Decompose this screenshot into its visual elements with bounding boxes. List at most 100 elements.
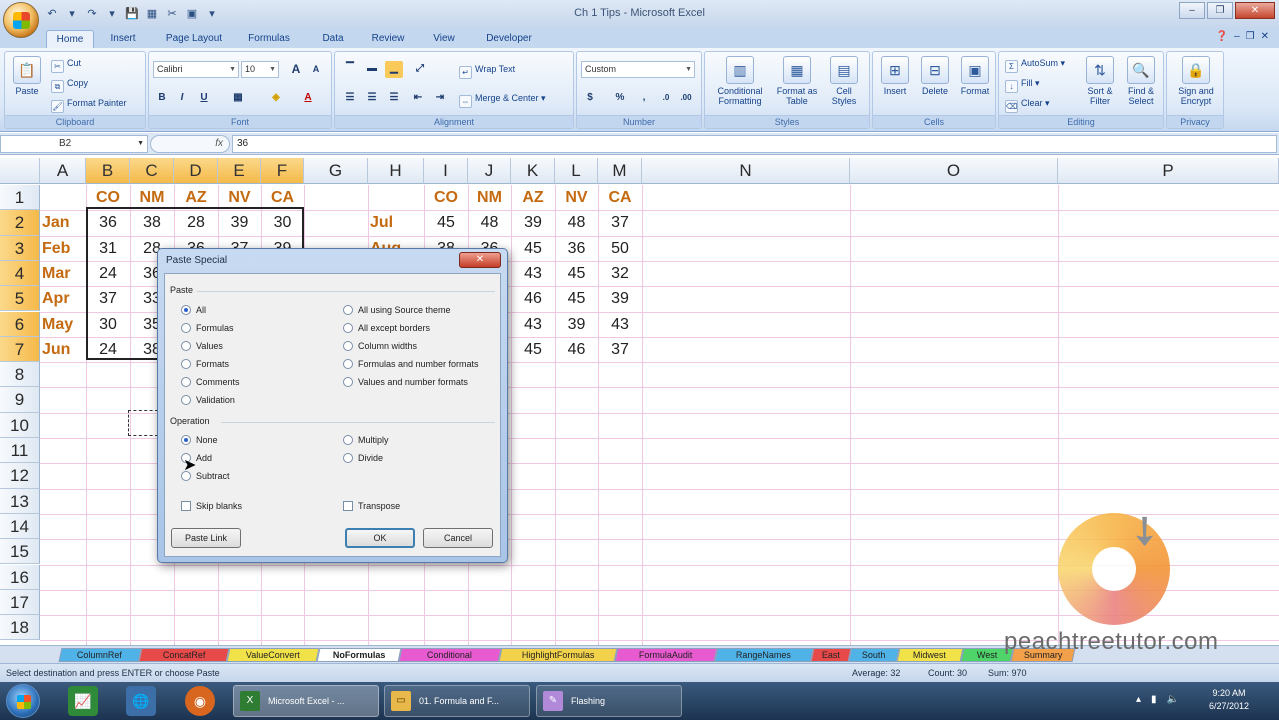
column-header-p[interactable]: P: [1058, 158, 1279, 184]
merge-center-button[interactable]: ⇔ Merge & Center ▾: [459, 93, 546, 108]
row-header-9[interactable]: 9: [0, 387, 40, 413]
column-header-n[interactable]: N: [642, 158, 850, 184]
radio-all-except-borders[interactable]: All except borders: [343, 323, 430, 333]
sort-filter-button[interactable]: ⇅ Sort & Filter: [1081, 56, 1119, 106]
currency-button[interactable]: $: [581, 90, 599, 107]
row-header-18[interactable]: 18: [0, 615, 40, 641]
tab-review[interactable]: Review: [362, 30, 414, 48]
row-header-1[interactable]: 1: [0, 185, 40, 211]
sheet-tab-conditional[interactable]: Conditional: [398, 648, 502, 662]
column-header-j[interactable]: J: [468, 158, 511, 184]
minimize-button[interactable]: –: [1179, 2, 1205, 19]
borders-icon[interactable]: ▦: [229, 90, 247, 107]
cut-button[interactable]: ✂ Cut: [51, 58, 81, 73]
align-bottom-icon[interactable]: ▁: [385, 61, 403, 78]
column-header-d[interactable]: D: [174, 158, 218, 184]
column-header-k[interactable]: K: [511, 158, 555, 184]
sheet-tab-south[interactable]: South: [848, 648, 900, 662]
align-middle-icon[interactable]: ▬: [363, 61, 381, 78]
font-name-combo[interactable]: Calibri ▼: [153, 61, 239, 78]
row-header-8[interactable]: 8: [0, 362, 40, 388]
tab-view[interactable]: View: [422, 30, 466, 48]
tab-home[interactable]: Home: [46, 30, 94, 48]
row-header-16[interactable]: 16: [0, 564, 40, 590]
radio-values-and-number-formats[interactable]: Values and number formats: [343, 377, 468, 387]
row-header-15[interactable]: 15: [0, 539, 40, 565]
tab-insert[interactable]: Insert: [100, 30, 146, 48]
row-header-3[interactable]: 3: [0, 235, 40, 261]
fill-color-icon[interactable]: ◈: [267, 90, 285, 107]
sheet-tab-midwest[interactable]: Midwest: [896, 648, 964, 662]
ok-button[interactable]: OK: [345, 528, 415, 548]
copy-button[interactable]: ⧉ Copy: [51, 78, 88, 93]
radio-multiply[interactable]: Multiply: [343, 435, 389, 445]
tab-formulas[interactable]: Formulas: [238, 30, 300, 48]
radio-validation[interactable]: Validation: [181, 395, 235, 405]
number-format-combo[interactable]: Custom ▼: [581, 61, 695, 78]
radio-comments[interactable]: Comments: [181, 377, 240, 387]
clear-button[interactable]: ⌫ Clear ▾: [1005, 98, 1050, 113]
radio-formulas[interactable]: Formulas: [181, 323, 234, 333]
column-header-m[interactable]: M: [598, 158, 642, 184]
insert-function-button[interactable]: fx: [150, 135, 230, 153]
sheet-tab-east[interactable]: East: [810, 648, 852, 662]
chart-app-icon[interactable]: 📈: [68, 686, 98, 716]
row-header-14[interactable]: 14: [0, 513, 40, 540]
office-button[interactable]: [3, 2, 39, 38]
column-header-o[interactable]: O: [850, 158, 1058, 184]
column-header-c[interactable]: C: [130, 158, 174, 184]
task-folder[interactable]: ▭ 01. Formula and F...: [384, 685, 530, 717]
sheet-tab-concatref[interactable]: ConcatRef: [138, 648, 230, 662]
radio-none[interactable]: None: [181, 435, 218, 445]
sheet-tab-highlightformulas[interactable]: HighlightFormulas: [498, 648, 618, 662]
dialog-close-button[interactable]: ✕: [459, 252, 501, 268]
column-header-g[interactable]: G: [304, 158, 368, 184]
sheet-tab-columnref[interactable]: ColumnRef: [58, 648, 142, 662]
align-right-icon[interactable]: ☰: [385, 90, 403, 107]
paste-button[interactable]: 📋 Paste: [9, 56, 45, 96]
radio-formats[interactable]: Formats: [181, 359, 229, 369]
column-header-i[interactable]: I: [424, 158, 468, 184]
radio-formulas-and-number-formats[interactable]: Formulas and number formats: [343, 359, 479, 369]
autosum-button[interactable]: Σ AutoSum ▾: [1005, 58, 1065, 73]
row-header-11[interactable]: 11: [0, 438, 40, 464]
column-header-e[interactable]: E: [218, 158, 261, 184]
format-cells-button[interactable]: ▣ Format: [957, 56, 993, 96]
format-as-table-button[interactable]: ▦ Format as Table: [775, 56, 819, 106]
find-select-button[interactable]: 🔍 Find & Select: [1121, 56, 1161, 106]
row-header-6[interactable]: 6: [0, 311, 40, 337]
align-top-icon[interactable]: ▔: [341, 61, 359, 78]
format-painter-button[interactable]: 🖌 Format Painter: [51, 98, 127, 113]
ribbon-minimize-icon[interactable]: –: [1234, 31, 1240, 42]
radio-all[interactable]: All: [181, 305, 206, 315]
restore-button[interactable]: ❐: [1207, 2, 1233, 19]
column-header-f[interactable]: F: [261, 158, 304, 184]
tab-data[interactable]: Data: [312, 30, 354, 48]
skip-blanks-checkbox[interactable]: Skip blanks: [181, 501, 242, 511]
wrap-text-button[interactable]: ↵ Wrap Text: [459, 64, 515, 79]
column-header-h[interactable]: H: [368, 158, 424, 184]
sheet-tab-noformulas[interactable]: NoFormulas: [316, 648, 402, 662]
row-header-7[interactable]: 7: [0, 336, 40, 363]
sheet-tab-rangenames[interactable]: RangeNames: [714, 648, 814, 662]
font-size-combo[interactable]: 10 ▼: [241, 61, 279, 78]
increase-decimal-icon[interactable]: .0: [657, 90, 675, 107]
decrease-indent-icon[interactable]: ⇤: [409, 90, 427, 107]
tab-developer[interactable]: Developer: [474, 30, 544, 48]
firefox-icon[interactable]: ◉: [185, 686, 215, 716]
task-flashing[interactable]: ✎ Flashing: [536, 685, 682, 717]
align-center-icon[interactable]: ☰: [363, 90, 381, 107]
system-clock[interactable]: 9:20 AM 6/27/2012: [1209, 687, 1249, 713]
fill-button[interactable]: ↓ Fill ▾: [1005, 78, 1040, 93]
cancel-button[interactable]: Cancel: [423, 528, 493, 548]
row-header-12[interactable]: 12: [0, 463, 40, 489]
close-window-button[interactable]: ✕: [1235, 2, 1275, 19]
sign-encrypt-button[interactable]: 🔒 Sign and Encrypt: [1171, 56, 1221, 106]
start-button[interactable]: [6, 684, 40, 718]
grow-font-button[interactable]: A: [287, 61, 305, 78]
radio-all-using-source-theme[interactable]: All using Source theme: [343, 305, 451, 315]
comma-button[interactable]: ,: [635, 90, 653, 107]
transpose-checkbox[interactable]: Transpose: [343, 501, 400, 511]
ribbon-close-icon[interactable]: ✕: [1261, 31, 1269, 42]
row-header-10[interactable]: 10: [0, 412, 40, 438]
